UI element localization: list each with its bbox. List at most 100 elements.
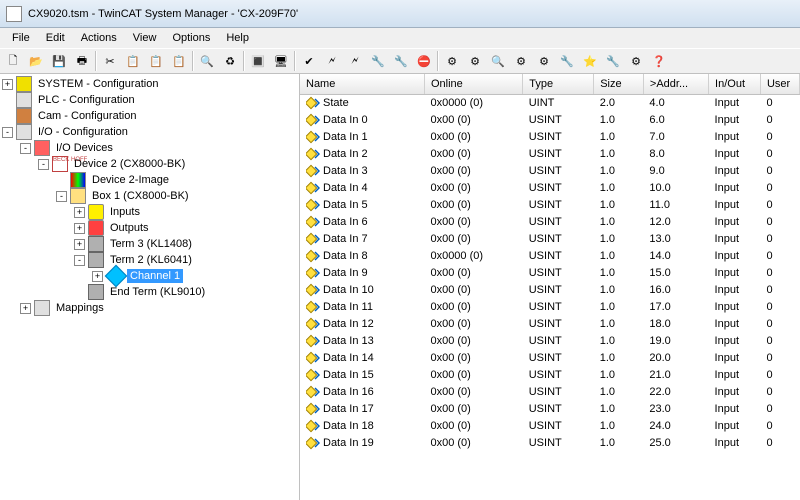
tree-node[interactable]: + Term 3 (KL1408): [2, 236, 297, 252]
toolbar-button-25[interactable]: 🔍: [487, 50, 509, 72]
tree-node[interactable]: - Term 2 (KL6041): [2, 252, 297, 268]
table-row[interactable]: Data In 180x00 (0)USINT1.024.0Input0: [300, 418, 800, 435]
tree-node[interactable]: + Outputs: [2, 220, 297, 236]
tree-node[interactable]: + Mappings: [2, 300, 297, 316]
table-row[interactable]: Data In 160x00 (0)USINT1.022.0Input0: [300, 384, 800, 401]
tree-node[interactable]: PLC - Configuration: [2, 92, 297, 108]
tree-node[interactable]: End Term (KL9010): [2, 284, 297, 300]
menu-view[interactable]: View: [125, 30, 165, 46]
toolbar-button-32[interactable]: ❓: [648, 50, 670, 72]
tree-panel[interactable]: + SYSTEM - Configuration PLC - Configurati…: [0, 74, 300, 500]
toolbar-button-0[interactable]: 🗋: [2, 50, 24, 72]
tree-label[interactable]: Outputs: [107, 221, 152, 235]
toolbar-button-20[interactable]: 🔧: [390, 50, 412, 72]
tree-expander-icon[interactable]: +: [20, 303, 31, 314]
toolbar-button-27[interactable]: ⚙: [533, 50, 555, 72]
toolbar-button-1[interactable]: 📂: [25, 50, 47, 72]
tree-label[interactable]: I/O Devices: [53, 141, 116, 155]
tree-label[interactable]: Inputs: [107, 205, 143, 219]
table-row[interactable]: Data In 30x00 (0)USINT1.09.0Input0: [300, 163, 800, 180]
toolbar-button-6[interactable]: 📋: [122, 50, 144, 72]
toolbar-button-21[interactable]: ⛔: [413, 50, 435, 72]
table-row[interactable]: Data In 140x00 (0)USINT1.020.0Input0: [300, 350, 800, 367]
table-row[interactable]: Data In 00x00 (0)USINT1.06.0Input0: [300, 112, 800, 129]
tree-node[interactable]: Cam - Configuration: [2, 108, 297, 124]
toolbar-button-18[interactable]: 🗲: [344, 50, 366, 72]
tree-node[interactable]: - Box 1 (CX8000-BK): [2, 188, 297, 204]
tree-label[interactable]: Device 2 (CX8000-BK): [71, 157, 188, 171]
tree-node[interactable]: - I/O - Configuration: [2, 124, 297, 140]
table-row[interactable]: Data In 190x00 (0)USINT1.025.0Input0: [300, 435, 800, 452]
table-row[interactable]: Data In 80x0000 (0)USINT1.014.0Input0: [300, 248, 800, 265]
tree-label[interactable]: Device 2-Image: [89, 173, 172, 187]
tree-expander-icon[interactable]: +: [92, 271, 103, 282]
toolbar-button-5[interactable]: ✂: [99, 50, 121, 72]
menu-file[interactable]: File: [4, 30, 38, 46]
table-row[interactable]: Data In 40x00 (0)USINT1.010.0Input0: [300, 180, 800, 197]
toolbar-button-10[interactable]: 🔍: [196, 50, 218, 72]
tree-expander-icon[interactable]: +: [2, 79, 13, 90]
menu-options[interactable]: Options: [164, 30, 218, 46]
tree-label[interactable]: Box 1 (CX8000-BK): [89, 189, 192, 203]
toolbar-button-24[interactable]: ⚙: [464, 50, 486, 72]
tree-node[interactable]: + Inputs: [2, 204, 297, 220]
table-row[interactable]: Data In 170x00 (0)USINT1.023.0Input0: [300, 401, 800, 418]
menu-actions[interactable]: Actions: [73, 30, 125, 46]
table-row[interactable]: State0x0000 (0)UINT2.04.0Input0: [300, 94, 800, 112]
tree-label[interactable]: Cam - Configuration: [35, 109, 139, 123]
table-row[interactable]: Data In 110x00 (0)USINT1.017.0Input0: [300, 299, 800, 316]
table-row[interactable]: Data In 10x00 (0)USINT1.07.0Input0: [300, 129, 800, 146]
list-panel[interactable]: NameOnlineTypeSize>Addr...In/OutUser Sta…: [300, 74, 800, 500]
tree-node[interactable]: - I/O Devices: [2, 140, 297, 156]
toolbar-button-7[interactable]: 📋: [145, 50, 167, 72]
tree-label[interactable]: Term 3 (KL1408): [107, 237, 195, 251]
toolbar-button-23[interactable]: ⚙: [441, 50, 463, 72]
tree-label[interactable]: End Term (KL9010): [107, 285, 208, 299]
tree-expander-icon[interactable]: +: [74, 223, 85, 234]
menu-help[interactable]: Help: [218, 30, 257, 46]
toolbar-button-31[interactable]: ⚙: [625, 50, 647, 72]
toolbar-button-29[interactable]: ⭐: [579, 50, 601, 72]
tree-expander-icon[interactable]: -: [38, 159, 49, 170]
tree-label[interactable]: Channel 1: [127, 269, 183, 283]
tree-expander-icon[interactable]: -: [74, 255, 85, 266]
toolbar-button-11[interactable]: ♻: [219, 50, 241, 72]
tree-expander-icon[interactable]: +: [74, 207, 85, 218]
column-header[interactable]: Type: [523, 74, 594, 94]
table-row[interactable]: Data In 130x00 (0)USINT1.019.0Input0: [300, 333, 800, 350]
tree-label[interactable]: Mappings: [53, 301, 107, 315]
tree-expander-icon[interactable]: -: [56, 191, 67, 202]
column-header[interactable]: Size: [594, 74, 644, 94]
column-header[interactable]: User: [760, 74, 799, 94]
menu-edit[interactable]: Edit: [38, 30, 73, 46]
tree-label[interactable]: PLC - Configuration: [35, 93, 138, 107]
toolbar-button-28[interactable]: 🔧: [556, 50, 578, 72]
tree-node[interactable]: + Channel 1: [2, 268, 297, 284]
tree-node[interactable]: + SYSTEM - Configuration: [2, 76, 297, 92]
tree-label[interactable]: I/O - Configuration: [35, 125, 131, 139]
tree-expander-icon[interactable]: -: [2, 127, 13, 138]
tree-expander-icon[interactable]: +: [74, 239, 85, 250]
tree-expander-icon[interactable]: -: [20, 143, 31, 154]
table-row[interactable]: Data In 50x00 (0)USINT1.011.0Input0: [300, 197, 800, 214]
toolbar-button-8[interactable]: 📋: [168, 50, 190, 72]
column-header[interactable]: In/Out: [709, 74, 761, 94]
column-header[interactable]: Name: [300, 74, 424, 94]
column-header[interactable]: >Addr...: [643, 74, 708, 94]
toolbar-button-19[interactable]: 🔧: [367, 50, 389, 72]
toolbar-button-13[interactable]: 🔳: [247, 50, 269, 72]
toolbar-button-3[interactable]: 🖶: [71, 50, 93, 72]
toolbar-button-16[interactable]: ✔: [298, 50, 320, 72]
toolbar-button-26[interactable]: ⚙: [510, 50, 532, 72]
toolbar-button-14[interactable]: 🖥: [270, 50, 292, 72]
toolbar-button-30[interactable]: 🔧: [602, 50, 624, 72]
column-header[interactable]: Online: [424, 74, 522, 94]
tree-label[interactable]: Term 2 (KL6041): [107, 253, 195, 267]
table-row[interactable]: Data In 120x00 (0)USINT1.018.0Input0: [300, 316, 800, 333]
tree-node[interactable]: -BECK HOFFDevice 2 (CX8000-BK): [2, 156, 297, 172]
table-row[interactable]: Data In 70x00 (0)USINT1.013.0Input0: [300, 231, 800, 248]
toolbar-button-2[interactable]: 💾: [48, 50, 70, 72]
tree-label[interactable]: SYSTEM - Configuration: [35, 77, 161, 91]
tree-node[interactable]: Device 2-Image: [2, 172, 297, 188]
table-row[interactable]: Data In 90x00 (0)USINT1.015.0Input0: [300, 265, 800, 282]
